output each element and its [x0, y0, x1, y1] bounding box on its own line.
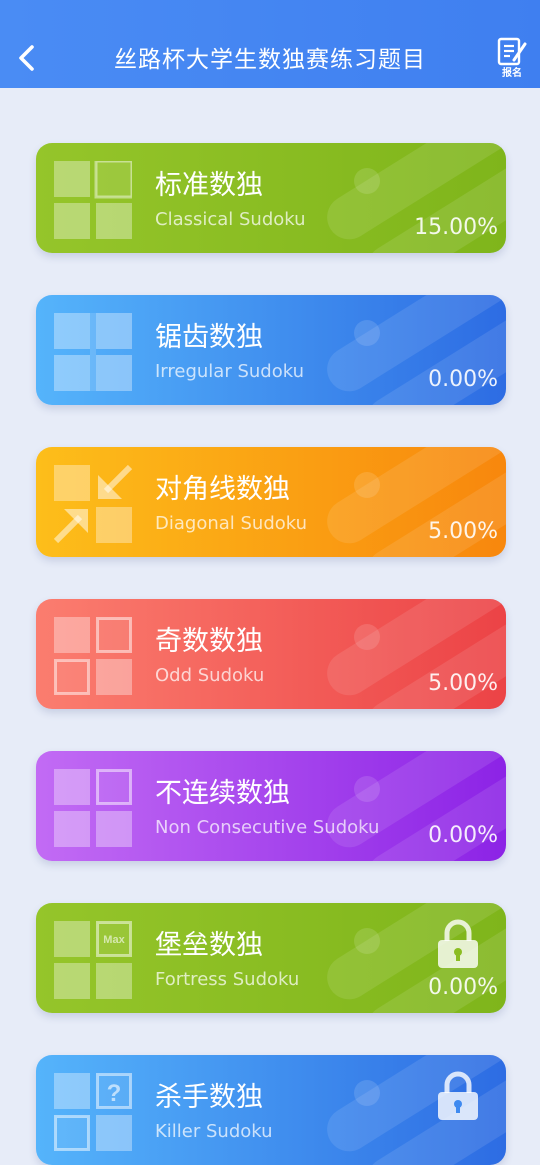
lock-icon — [438, 1071, 478, 1120]
card-title: 堡垒数独 — [155, 930, 263, 961]
card-title: 奇数数独 — [155, 626, 263, 657]
non-consecutive-grid-icon — [54, 769, 132, 847]
card-title: 杀手数独 — [155, 1082, 263, 1113]
card-odd-sudoku[interactable]: 奇数数独 Odd Sudoku 5.00% — [36, 599, 506, 709]
killer-question-label: ? — [107, 1080, 122, 1107]
signup-label: 报名 — [502, 68, 522, 79]
card-fortress-sudoku[interactable]: Max 堡垒数独 Fortress Sudoku 0.00% — [36, 903, 506, 1013]
card-title: 不连续数独 — [155, 778, 290, 809]
card-subtitle: Non Consecutive Sudoku — [155, 817, 380, 838]
card-subtitle: Diagonal Sudoku — [155, 513, 308, 534]
card-progress: 5.00% — [428, 519, 498, 544]
card-subtitle: Killer Sudoku — [155, 1121, 273, 1142]
diagonal-arrows-icon — [54, 465, 132, 543]
fortress-max-icon: Max — [54, 921, 132, 999]
card-classical-sudoku[interactable]: 标准数独 Classical Sudoku 15.00% — [36, 143, 506, 253]
card-subtitle: Fortress Sudoku — [155, 969, 300, 990]
card-diagonal-sudoku[interactable]: 对角线数独 Diagonal Sudoku 5.00% — [36, 447, 506, 557]
card-progress: 0.00% — [428, 823, 498, 848]
card-irregular-sudoku[interactable]: 锯齿数独 Irregular Sudoku 0.00% — [36, 295, 506, 405]
lock-icon — [438, 919, 478, 968]
card-title: 标准数独 — [155, 170, 263, 201]
card-title: 对角线数独 — [155, 474, 290, 505]
card-subtitle: Odd Sudoku — [155, 665, 265, 686]
signup-form-icon — [497, 37, 527, 66]
back-button[interactable] — [12, 40, 44, 76]
card-progress: 0.00% — [428, 975, 498, 1000]
app-header: 丝路杯大学生数独赛练习题目 报名 — [0, 0, 540, 88]
card-progress: 15.00% — [414, 215, 498, 240]
back-arrow-icon — [19, 45, 34, 71]
card-non-consecutive-sudoku[interactable]: 不连续数独 Non Consecutive Sudoku 0.00% — [36, 751, 506, 861]
irregular-grid-icon — [54, 313, 132, 391]
card-subtitle: Irregular Sudoku — [155, 361, 305, 382]
card-title: 锯齿数独 — [155, 322, 263, 353]
signup-button[interactable]: 报名 — [494, 36, 530, 86]
fortress-max-label: Max — [103, 934, 125, 946]
killer-question-icon: ? — [54, 1073, 132, 1151]
card-progress: 5.00% — [428, 671, 498, 696]
classical-grid-icon — [54, 161, 132, 239]
card-subtitle: Classical Sudoku — [155, 209, 306, 230]
odd-grid-icon — [54, 617, 132, 695]
card-progress: 0.00% — [428, 367, 498, 392]
card-killer-sudoku[interactable]: ? 杀手数独 Killer Sudoku — [36, 1055, 506, 1165]
page-title: 丝路杯大学生数独赛练习题目 — [114, 47, 426, 73]
